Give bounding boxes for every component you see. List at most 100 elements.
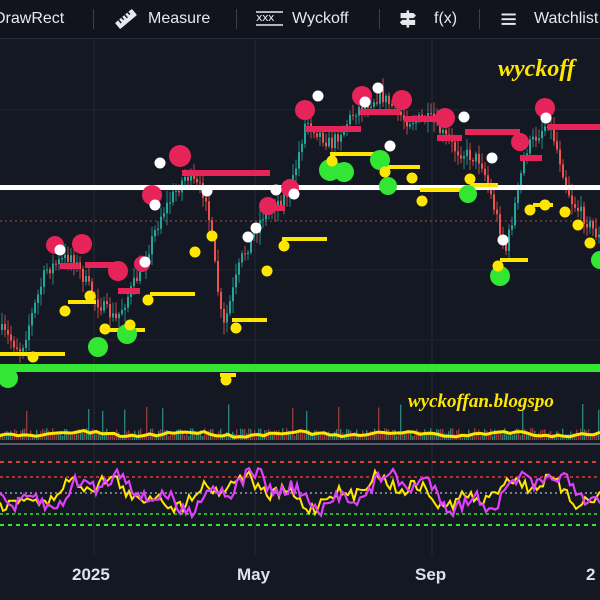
volume-bar — [516, 428, 518, 440]
demand-segment — [282, 237, 327, 241]
candle-body — [133, 277, 135, 287]
candle-body — [469, 149, 471, 161]
volume-bar — [400, 404, 402, 440]
green-signal-marker — [379, 177, 397, 195]
x-axis-label-may: May — [237, 565, 271, 584]
candle-body — [124, 307, 126, 310]
candle-body — [412, 123, 414, 125]
candle-body — [358, 106, 360, 116]
candle-body — [331, 137, 333, 148]
candle-body — [409, 124, 411, 127]
candle-body — [520, 173, 522, 186]
watchlist-tool[interactable]: Watchlist — [500, 0, 598, 38]
demand-segment — [385, 165, 420, 169]
high-signal-marker — [139, 256, 151, 268]
green-signal-marker — [88, 337, 108, 357]
volume-bar — [172, 434, 174, 440]
candle-body — [232, 287, 234, 302]
low-signal-marker — [464, 173, 476, 185]
volume-bar — [524, 429, 526, 440]
high-signal-marker — [149, 199, 161, 211]
volume-bar — [70, 435, 72, 440]
high-signal-marker — [154, 157, 166, 169]
watchlist-label: Watchlist — [534, 10, 599, 27]
candle-body — [10, 334, 12, 341]
candle-body — [316, 133, 318, 137]
candle-body — [100, 307, 102, 311]
candle-body — [370, 106, 372, 108]
candle-body — [52, 263, 54, 274]
candle-body — [7, 329, 9, 335]
volume-bar — [512, 435, 514, 440]
volume-bar — [242, 429, 244, 440]
price-chart[interactable] — [0, 38, 600, 600]
high-signal-marker — [288, 188, 300, 200]
volume-bar — [100, 435, 102, 440]
candle-body — [580, 206, 582, 212]
volume-bar — [500, 433, 502, 440]
volume-bar — [480, 435, 482, 440]
candle-body — [46, 269, 48, 271]
volume-bar — [98, 433, 100, 440]
candle-body — [109, 304, 111, 318]
candle-body — [280, 200, 282, 206]
high-signal-marker — [270, 184, 282, 196]
supply-segment — [60, 263, 80, 269]
volume-bar — [562, 428, 564, 440]
volume-bar — [12, 435, 14, 440]
low-signal-marker — [492, 260, 504, 272]
candle-body — [16, 347, 18, 349]
volume-bar — [284, 435, 286, 440]
candle-body — [199, 182, 201, 184]
volume-bar — [326, 435, 328, 440]
candle-body — [571, 195, 573, 205]
volume-bar — [394, 429, 396, 440]
candle-body — [70, 255, 72, 262]
candle-body — [262, 219, 264, 221]
high-signal-marker — [201, 185, 213, 197]
candlestick-series — [1, 78, 600, 363]
volume-bar — [316, 430, 318, 440]
low-signal-marker — [416, 195, 428, 207]
candle-body — [442, 129, 444, 133]
candle-body — [127, 296, 129, 308]
high-signal-marker — [250, 222, 262, 234]
supply-segment — [305, 126, 361, 132]
candle-body — [337, 134, 339, 142]
candle-body — [85, 276, 87, 282]
high-signal-marker — [372, 82, 384, 94]
candle-body — [445, 129, 447, 135]
candle-body — [457, 151, 459, 156]
candle-body — [217, 260, 219, 292]
candle-body — [223, 308, 225, 323]
x-axis: 2025 May Sep 2 — [0, 555, 600, 600]
volume-bar — [102, 410, 104, 440]
candle-body — [586, 224, 588, 228]
candle-body — [556, 141, 558, 150]
candle-body — [352, 114, 354, 117]
candle-body — [163, 213, 165, 217]
upper-signal-marker — [169, 145, 191, 167]
wyckoff-tool[interactable]: xxx Wyckoff — [256, 0, 348, 38]
measure-tool[interactable]: Measure — [112, 0, 210, 38]
candle-body — [244, 253, 246, 255]
watermark-top: wyckoff — [498, 56, 575, 82]
candle-body — [226, 313, 228, 323]
volume-bar — [184, 435, 186, 440]
green-signal-marker — [334, 162, 354, 182]
candle-body — [238, 262, 240, 275]
low-signal-marker — [99, 323, 111, 335]
function-tool[interactable]: f(x) — [398, 0, 457, 38]
volume-bar — [50, 434, 52, 440]
candle-body — [574, 204, 576, 208]
volume-bar — [92, 428, 94, 440]
function-label: f(x) — [434, 10, 458, 27]
draw-rect-tool[interactable]: DrawRect — [0, 0, 64, 38]
volume-bar — [190, 428, 192, 440]
volume-bar — [392, 430, 394, 440]
low-signal-marker — [524, 204, 536, 216]
candle-body — [478, 153, 480, 164]
function-icon — [399, 10, 416, 28]
volume-bar — [412, 435, 414, 440]
low-signal-marker — [406, 172, 418, 184]
